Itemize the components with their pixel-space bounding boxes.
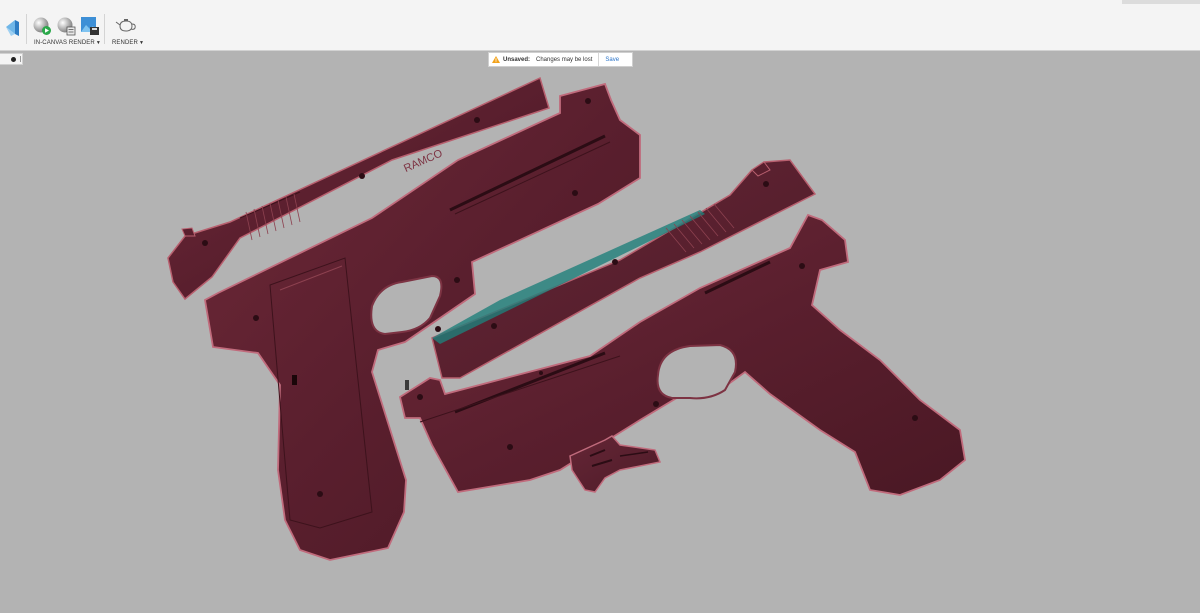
toolbar: IN-CANVAS RENDER▼ RENDER▼	[0, 0, 1200, 51]
chevron-down-icon: ▼	[138, 40, 144, 46]
workspace-switcher-icon[interactable]	[4, 16, 22, 38]
toolbar-top-scroll	[1122, 0, 1200, 4]
model-render: RAMCO	[167, 76, 966, 561]
group-label-text: IN-CANVAS RENDER	[34, 40, 95, 46]
canvas-viewport[interactable]: RAMCO	[0, 52, 1200, 613]
unsaved-message: Changes may be lost	[536, 56, 593, 63]
in-canvas-render-settings-icon[interactable]	[56, 16, 76, 36]
capture-image-icon[interactable]	[80, 16, 100, 36]
render-group-label[interactable]: RENDER▼	[112, 40, 144, 46]
toolbar-divider	[104, 14, 105, 44]
unsaved-notification: Unsaved: Changes may be lost Save	[488, 52, 633, 67]
unsaved-title: Unsaved:	[503, 56, 531, 63]
render-teapot-icon[interactable]	[115, 16, 137, 36]
group-label-text: RENDER	[112, 40, 138, 46]
toolbar-divider	[26, 14, 27, 44]
warning-icon	[492, 56, 500, 63]
save-button[interactable]: Save	[598, 53, 619, 66]
chevron-down-icon: ▼	[95, 40, 101, 46]
in-canvas-render-group-label[interactable]: IN-CANVAS RENDER▼	[34, 40, 101, 46]
in-canvas-render-icon[interactable]	[32, 16, 52, 36]
